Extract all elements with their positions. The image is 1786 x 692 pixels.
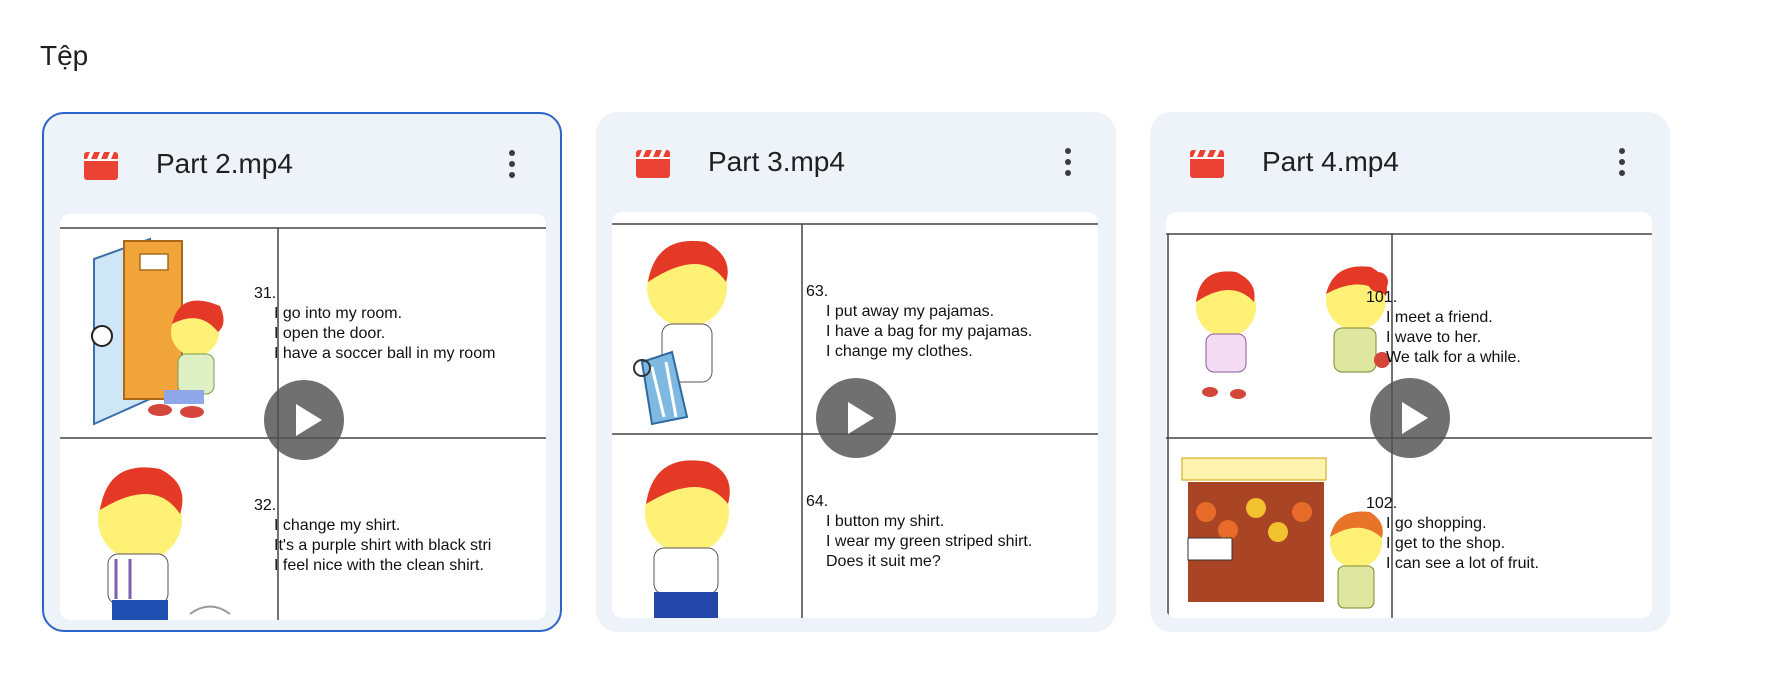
page-entry: 63. I put away my pajamas. I have a bag … (806, 282, 1032, 362)
more-vertical-icon-dot (1619, 170, 1625, 176)
play-icon (1402, 402, 1428, 434)
video-file-icon (84, 152, 118, 180)
file-card[interactable]: Part 2.mp4 31. I go into my room. I open… (42, 112, 562, 632)
more-vertical-icon-dot (1065, 170, 1071, 176)
page-entry: 102. I go shopping. I get to the shop. I… (1366, 494, 1539, 574)
play-button[interactable] (264, 380, 344, 460)
more-vertical-icon-dot (1619, 159, 1625, 165)
page-entry: 31. I go into my room. I open the door. … (254, 284, 495, 364)
page-entry: 64. I button my shirt. I wear my green s… (806, 492, 1032, 572)
file-card-header: Part 2.mp4 (44, 114, 560, 214)
entry-line: It's a purple shirt with black stri (274, 537, 492, 554)
entry-number: 101. (1366, 289, 1398, 306)
entry-line: I go into my room. (274, 305, 403, 322)
video-file-icon (636, 150, 670, 178)
file-card[interactable]: Part 4.mp4 101. I meet a friend. I wave … (1150, 112, 1670, 632)
file-name: Part 4.mp4 (1262, 146, 1399, 177)
entry-line: I wave to her. (1386, 329, 1482, 346)
entry-line: I meet a friend. (1386, 309, 1493, 326)
more-vertical-icon-dot (509, 161, 515, 167)
video-thumbnail[interactable]: 63. I put away my pajamas. I have a bag … (612, 212, 1098, 618)
entry-line: I feel nice with the clean shirt. (274, 557, 484, 574)
entry-line: I can see a lot of fruit. (1386, 555, 1539, 572)
entry-line: I button my shirt. (826, 513, 945, 530)
entry-line: I open the door. (274, 325, 386, 342)
entry-line: I put away my pajamas. (826, 303, 995, 320)
file-name: Part 3.mp4 (708, 146, 845, 177)
page-entry: 32. I change my shirt. It's a purple shi… (254, 496, 491, 576)
play-button[interactable] (1370, 378, 1450, 458)
entry-line: We talk for a while. (1386, 349, 1521, 366)
entry-line: I have a soccer ball in my room (274, 345, 496, 362)
entry-number: 32. (254, 497, 277, 514)
entry-line: I wear my green striped shirt. (826, 533, 1033, 550)
entry-line: I change my shirt. (274, 517, 401, 534)
more-vertical-icon (1065, 148, 1071, 154)
play-icon (848, 402, 874, 434)
entry-number: 63. (806, 283, 829, 300)
section-title: Tệp (40, 40, 89, 71)
more-vertical-icon (509, 150, 515, 156)
file-name: Part 2.mp4 (156, 148, 293, 179)
more-vertical-icon (1619, 148, 1625, 154)
file-card[interactable]: Part 3.mp4 63. I put away my pajamas. I … (596, 112, 1116, 632)
entry-number: 31. (254, 285, 277, 302)
video-thumbnail[interactable]: 31. I go into my room. I open the door. … (60, 214, 546, 620)
more-options-button[interactable] (1048, 142, 1088, 182)
more-vertical-icon-dot (1065, 159, 1071, 165)
entry-line: I go shopping. (1386, 515, 1487, 532)
entry-number: 64. (806, 493, 829, 510)
play-button[interactable] (816, 378, 896, 458)
more-options-button[interactable] (1602, 142, 1642, 182)
video-thumbnail[interactable]: 101. I meet a friend. I wave to her. We … (1166, 212, 1652, 618)
entry-line: I get to the shop. (1386, 535, 1506, 552)
page-entry: 101. I meet a friend. I wave to her. We … (1366, 288, 1521, 368)
file-card-header: Part 4.mp4 (1150, 112, 1670, 212)
entry-line: I have a bag for my pajamas. (826, 323, 1033, 340)
entry-line: I change my clothes. (826, 343, 973, 360)
play-icon (296, 404, 322, 436)
file-card-header: Part 3.mp4 (596, 112, 1116, 212)
entry-line: Does it suit me? (826, 553, 941, 570)
more-vertical-icon-dot (509, 172, 515, 178)
more-options-button[interactable] (492, 144, 532, 184)
video-file-icon (1190, 150, 1224, 178)
entry-number: 102. (1366, 495, 1398, 512)
